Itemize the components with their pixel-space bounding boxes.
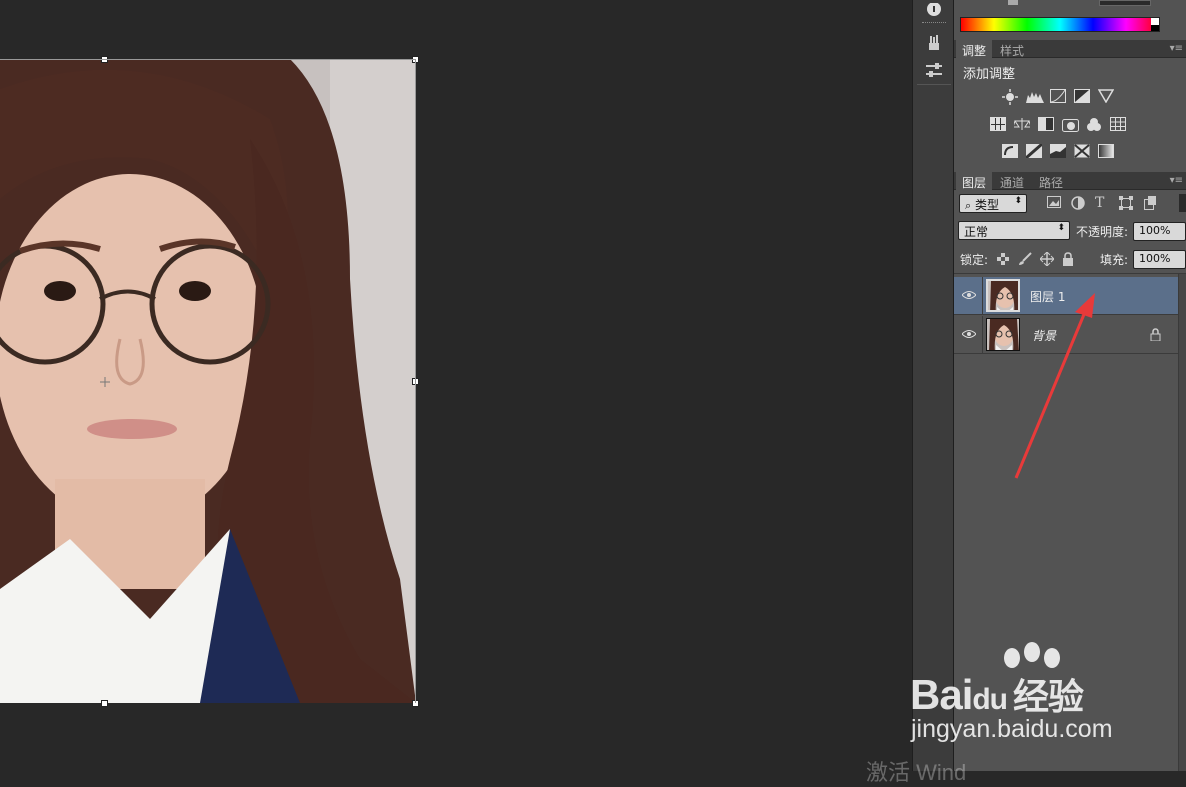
- layer-filter-select[interactable]: ⌕ 类型 ⬍: [959, 194, 1027, 213]
- tab-adjustments[interactable]: 调整: [956, 40, 993, 58]
- blend-mode-select[interactable]: 正常 ⬍: [958, 221, 1070, 240]
- lock-move-icon[interactable]: [1039, 251, 1056, 267]
- layer-name[interactable]: 背景: [1032, 327, 1056, 344]
- strip-grip[interactable]: [922, 22, 946, 25]
- chevron-updown-icon: ⬍: [1014, 196, 1022, 206]
- adjustments-tabs: 调整 样式 ▾≡: [954, 40, 1186, 58]
- add-adjustment-title: 添加调整: [963, 67, 1016, 82]
- black-white-icon[interactable]: [1038, 117, 1054, 131]
- brightness-contrast-icon[interactable]: [1002, 89, 1018, 105]
- channel-mixer-icon[interactable]: [1086, 117, 1102, 131]
- gradient-map-icon[interactable]: [1098, 144, 1114, 158]
- color-panel: [954, 0, 1186, 38]
- adjust-sliders-icon[interactable]: [922, 59, 946, 81]
- curves-icon[interactable]: [1050, 89, 1066, 103]
- filter-smart-object-icon[interactable]: [1143, 196, 1159, 210]
- posterize-icon[interactable]: [1025, 142, 1043, 160]
- watermark-brand-du: du: [972, 683, 1008, 716]
- color-spectrum-ramp[interactable]: [960, 17, 1160, 32]
- watermark-brand-bai: Bai: [910, 671, 973, 718]
- color-value-field[interactable]: [1099, 0, 1151, 6]
- watermark-brand: Baidu 经验: [910, 668, 1084, 720]
- watermark-brand-jingyan: 经验: [1013, 676, 1084, 717]
- panel-menu-icon[interactable]: ▾≡: [1170, 43, 1183, 54]
- portrait-photo[interactable]: [0, 59, 416, 703]
- watermark-url: jingyan.baidu.com: [911, 715, 1113, 743]
- filter-shape-icon[interactable]: [1119, 196, 1135, 210]
- fill-input[interactable]: 100%: [1133, 250, 1186, 269]
- threshold-icon[interactable]: [1050, 144, 1066, 158]
- filter-adjustment-icon[interactable]: [1071, 196, 1087, 210]
- blend-mode-value: 正常: [964, 225, 989, 239]
- lock-all-icon[interactable]: [1062, 252, 1078, 266]
- portrait-image: [0, 59, 416, 703]
- opacity-value: 100%: [1139, 224, 1171, 237]
- exposure-icon[interactable]: [1074, 89, 1090, 103]
- opacity-input[interactable]: 100%: [1133, 222, 1186, 241]
- invert-icon[interactable]: [1002, 144, 1018, 158]
- filter-type-icon[interactable]: T: [1095, 195, 1111, 211]
- levels-icon[interactable]: [1026, 89, 1044, 103]
- color-balance-icon[interactable]: [1012, 117, 1032, 131]
- filter-toggle[interactable]: [1179, 194, 1186, 212]
- layer-thumbnail: [986, 318, 1020, 351]
- activate-windows-text: 激活 Wind: [866, 760, 967, 785]
- transform-handle-bottom[interactable]: [101, 700, 108, 707]
- tab-paths[interactable]: 路径: [1033, 172, 1069, 190]
- filter-kind-label: 类型: [975, 198, 1000, 212]
- layer-lock-icon: [1150, 328, 1161, 344]
- tab-layers[interactable]: 图层: [956, 172, 993, 190]
- search-icon: ⌕: [965, 199, 972, 212]
- baidu-watermark: Baidu 经验 jingyan.baidu.com: [905, 640, 1186, 750]
- tab-channels[interactable]: 通道: [994, 172, 1030, 190]
- opacity-label: 不透明度:: [1076, 225, 1129, 239]
- chevron-updown-icon: ⬍: [1057, 223, 1065, 233]
- layer-row-background[interactable]: 背景: [954, 316, 1178, 354]
- tab-styles[interactable]: 样式: [994, 40, 1030, 58]
- lock-brush-icon[interactable]: [1018, 252, 1034, 266]
- color-slider-thumb[interactable]: [1008, 0, 1018, 5]
- visibility-eye-icon[interactable]: [961, 328, 977, 342]
- layers-tabs: 图层 通道 路径 ▾≡: [954, 172, 1186, 190]
- visibility-divider: [982, 277, 983, 315]
- selective-color-icon[interactable]: [1074, 144, 1090, 158]
- layers-panel-menu-icon[interactable]: ▾≡: [1170, 175, 1183, 186]
- visibility-divider: [982, 316, 983, 354]
- brush-presets-icon[interactable]: [922, 32, 946, 54]
- hue-saturation-icon[interactable]: [990, 117, 1006, 131]
- strip-divider: [917, 84, 951, 85]
- transform-box-top-edge: [0, 59, 416, 60]
- layers-separator: [954, 273, 1186, 274]
- visibility-eye-icon[interactable]: [961, 289, 977, 303]
- lock-label: 锁定:: [960, 253, 989, 267]
- lock-transparent-icon[interactable]: [997, 253, 1013, 267]
- photo-filter-icon[interactable]: [1062, 117, 1079, 132]
- fill-label: 填充:: [1100, 253, 1129, 267]
- document-canvas[interactable]: [0, 0, 912, 771]
- vibrance-icon[interactable]: [1097, 89, 1115, 104]
- filter-pixel-icon[interactable]: [1047, 196, 1063, 210]
- info-icon[interactable]: [922, 0, 946, 22]
- fill-value: 100%: [1139, 252, 1171, 265]
- color-lookup-icon[interactable]: [1110, 117, 1126, 131]
- layer-row-layer1[interactable]: 图层 1: [954, 277, 1178, 315]
- transform-box-right-edge: [415, 59, 416, 703]
- layer-thumbnail: [986, 279, 1020, 312]
- layer-name[interactable]: 图层 1: [1030, 288, 1065, 305]
